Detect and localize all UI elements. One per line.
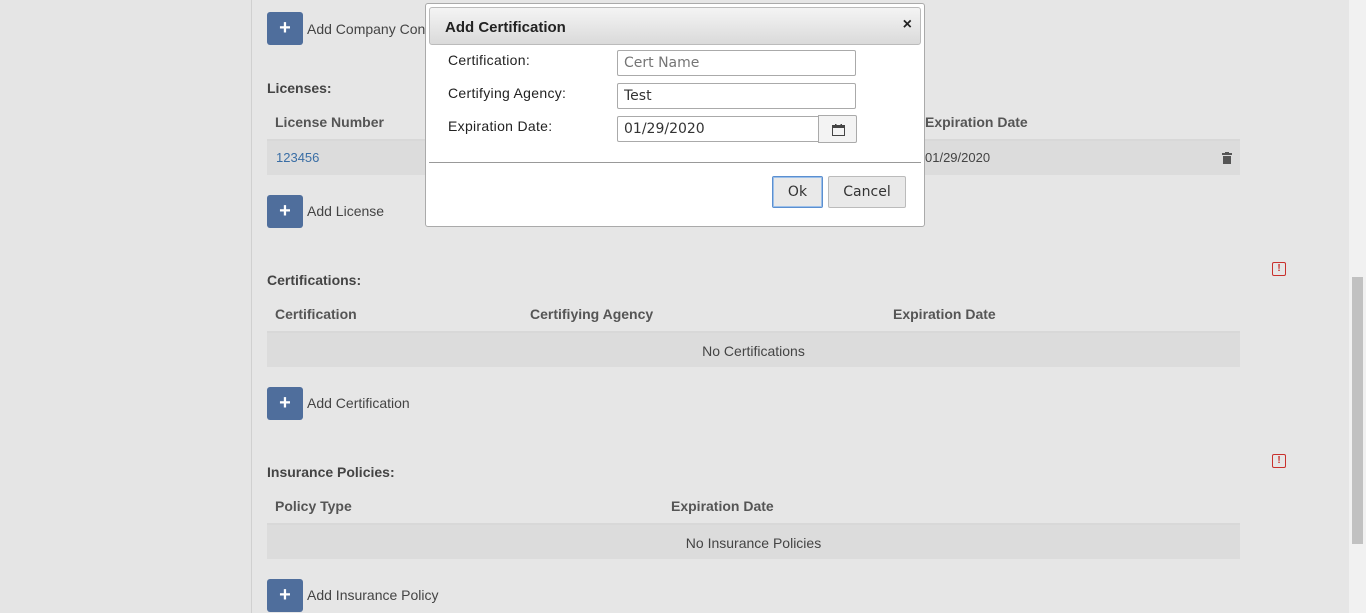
expiration-date-label: Expiration Date: [448, 118, 553, 134]
dialog-titlebar[interactable]: Add Certification × [429, 7, 921, 45]
certifying-agency-input[interactable] [617, 83, 856, 109]
insurance-title: Insurance Policies: [267, 464, 395, 480]
ok-button[interactable]: Ok [772, 176, 823, 208]
no-certifications-message: No Certifications [702, 343, 805, 359]
warning-icon: ! [1272, 454, 1286, 468]
policy-type-header: Policy Type [275, 498, 352, 514]
dialog-separator [429, 162, 921, 163]
add-company-contact-label[interactable]: Add Company Conta [307, 21, 437, 37]
calendar-button[interactable] [818, 115, 857, 143]
policy-expiration-header: Expiration Date [671, 498, 774, 514]
warning-icon: ! [1272, 262, 1286, 276]
license-number-link[interactable]: 123456 [276, 150, 319, 165]
add-certification-button[interactable]: + [267, 387, 303, 420]
vertical-scrollbar[interactable] [1349, 0, 1366, 613]
table-row: No Certifications [267, 333, 1240, 367]
close-icon[interactable]: × [903, 16, 912, 34]
no-insurance-message: No Insurance Policies [685, 535, 822, 551]
scrollbar-thumb[interactable] [1352, 277, 1363, 544]
add-certification-dialog: Add Certification × Certification: Certi… [425, 3, 925, 227]
dialog-title: Add Certification [445, 19, 566, 36]
certifying-agency-header: Certifiying Agency [530, 306, 654, 322]
certification-header: Certification [275, 306, 357, 322]
table-row: No Insurance Policies [267, 525, 1240, 559]
license-expiration-header: Expiration Date [925, 114, 1028, 130]
certifying-agency-label: Certifying Agency: [448, 85, 567, 101]
certification-label: Certification: [448, 52, 531, 68]
add-license-button[interactable]: + [267, 195, 303, 228]
licenses-title: Licenses: [267, 80, 332, 96]
calendar-icon [832, 123, 845, 139]
cancel-button[interactable]: Cancel [828, 176, 906, 208]
expiration-date-input[interactable] [617, 116, 819, 142]
add-license-label[interactable]: Add License [307, 203, 384, 219]
add-insurance-button[interactable]: + [267, 579, 303, 612]
license-number-header: License Number [275, 114, 384, 130]
add-certification-label[interactable]: Add Certification [307, 395, 410, 411]
certification-input[interactable] [617, 50, 856, 76]
certification-expiration-header: Expiration Date [893, 306, 996, 322]
add-company-contact-button[interactable]: + [267, 12, 303, 45]
certifications-title: Certifications: [267, 272, 362, 288]
add-insurance-label[interactable]: Add Insurance Policy [307, 587, 439, 603]
trash-icon[interactable] [1222, 151, 1232, 167]
license-expiration: 01/29/2020 [925, 150, 991, 165]
